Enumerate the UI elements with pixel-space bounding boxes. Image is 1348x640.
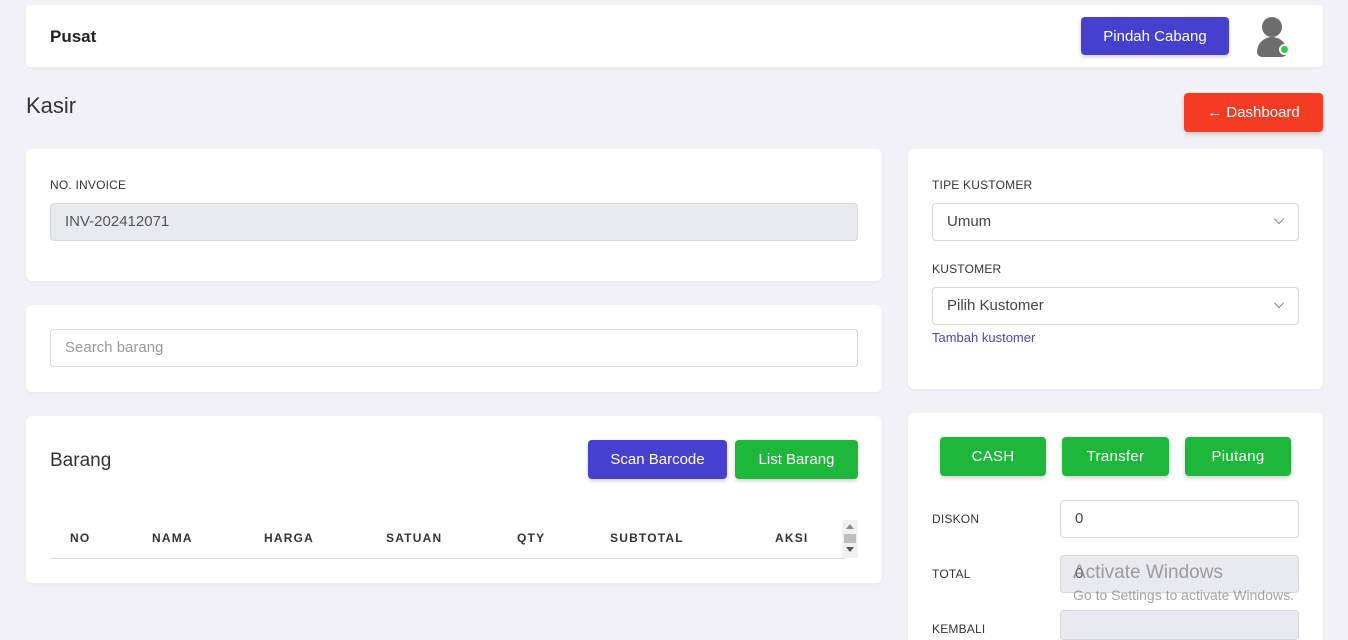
- customer-type-value: Umum: [947, 213, 992, 230]
- payment-cash-button[interactable]: CASH: [940, 437, 1046, 476]
- total-label: TOTAL: [932, 567, 971, 581]
- customer-type-select[interactable]: Umum: [932, 203, 1299, 241]
- scroll-down-icon[interactable]: [846, 547, 854, 552]
- discount-label: DISKON: [932, 512, 980, 526]
- payment-transfer-button[interactable]: Transfer: [1062, 437, 1169, 476]
- customer-type-label: TIPE KUSTOMER: [932, 178, 1033, 192]
- column-header-qty: QTY: [517, 531, 546, 545]
- activation-watermark-subtitle: Go to Settings to activate Windows.: [1073, 587, 1294, 603]
- customer-label: KUSTOMER: [932, 262, 1002, 276]
- column-header-price: HARGA: [264, 531, 314, 545]
- scroll-up-icon[interactable]: [846, 524, 854, 529]
- add-customer-link[interactable]: Tambah kustomer: [932, 330, 1035, 345]
- table-divider: [50, 558, 845, 559]
- page-title: Kasir: [26, 93, 77, 118]
- customer-select[interactable]: Pilih Kustomer: [932, 287, 1299, 325]
- scan-barcode-button[interactable]: Scan Barcode: [588, 440, 727, 479]
- discount-input[interactable]: 0: [1060, 500, 1299, 538]
- table-scrollbar[interactable]: [842, 520, 858, 558]
- list-items-button[interactable]: List Barang: [735, 440, 858, 479]
- scroll-thumb[interactable]: [844, 534, 856, 543]
- change-field: [1060, 610, 1299, 640]
- change-label: KEMBALI: [932, 622, 986, 636]
- search-input[interactable]: Search barang: [50, 329, 858, 367]
- activation-watermark-title: Activate Windows: [1073, 562, 1223, 583]
- avatar-head-shape: [1262, 17, 1282, 37]
- column-header-no: NO: [70, 531, 91, 545]
- customer-value: Pilih Kustomer: [947, 297, 1044, 314]
- payment-receivable-button[interactable]: Piutang: [1185, 437, 1291, 476]
- column-header-name: NAMA: [152, 531, 193, 545]
- top-navbar: Pusat Pindah Cabang: [26, 5, 1323, 67]
- invoice-label: NO. INVOICE: [50, 178, 127, 192]
- dashboard-button[interactable]: ← Dashboard: [1184, 93, 1323, 132]
- chevron-down-icon: [1274, 298, 1284, 308]
- column-header-action: AKSI: [775, 531, 809, 545]
- chevron-down-icon: [1274, 214, 1284, 224]
- items-title: Barang: [50, 450, 112, 471]
- online-status-dot: [1279, 44, 1290, 55]
- invoice-number-field: INV-202412071: [50, 203, 858, 241]
- column-header-unit: SATUAN: [386, 531, 443, 545]
- user-avatar-icon[interactable]: [1254, 16, 1290, 58]
- branch-name: Pusat: [50, 27, 97, 46]
- column-header-subtotal: SUBTOTAL: [610, 531, 684, 545]
- switch-branch-button[interactable]: Pindah Cabang: [1081, 17, 1229, 55]
